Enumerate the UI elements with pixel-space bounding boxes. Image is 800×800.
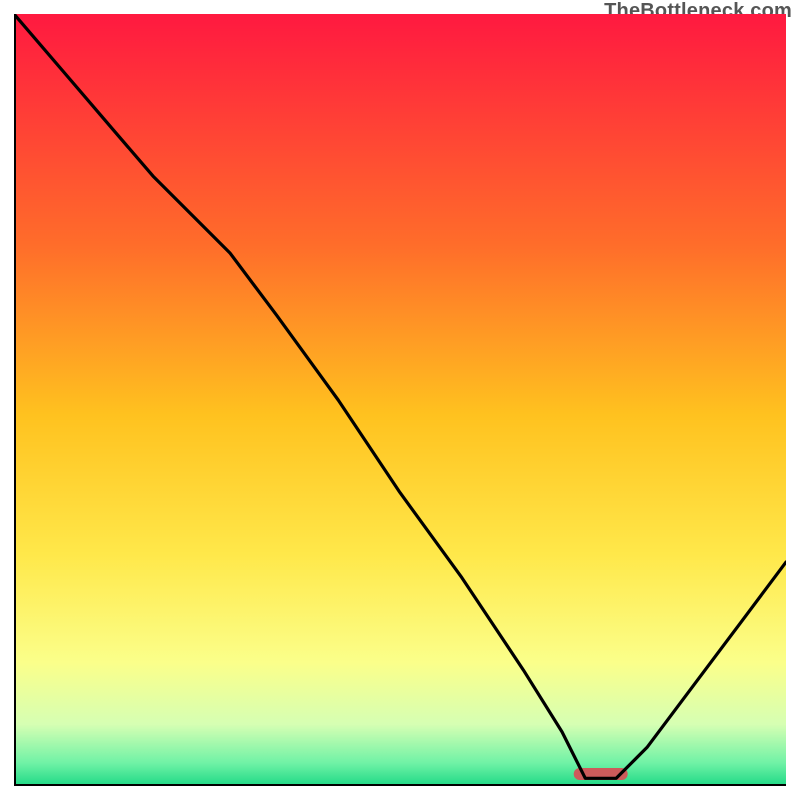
chart-svg	[14, 14, 786, 786]
chart-container: TheBottleneck.com	[0, 0, 800, 800]
plot-area	[14, 14, 786, 786]
gradient-background	[14, 14, 786, 786]
